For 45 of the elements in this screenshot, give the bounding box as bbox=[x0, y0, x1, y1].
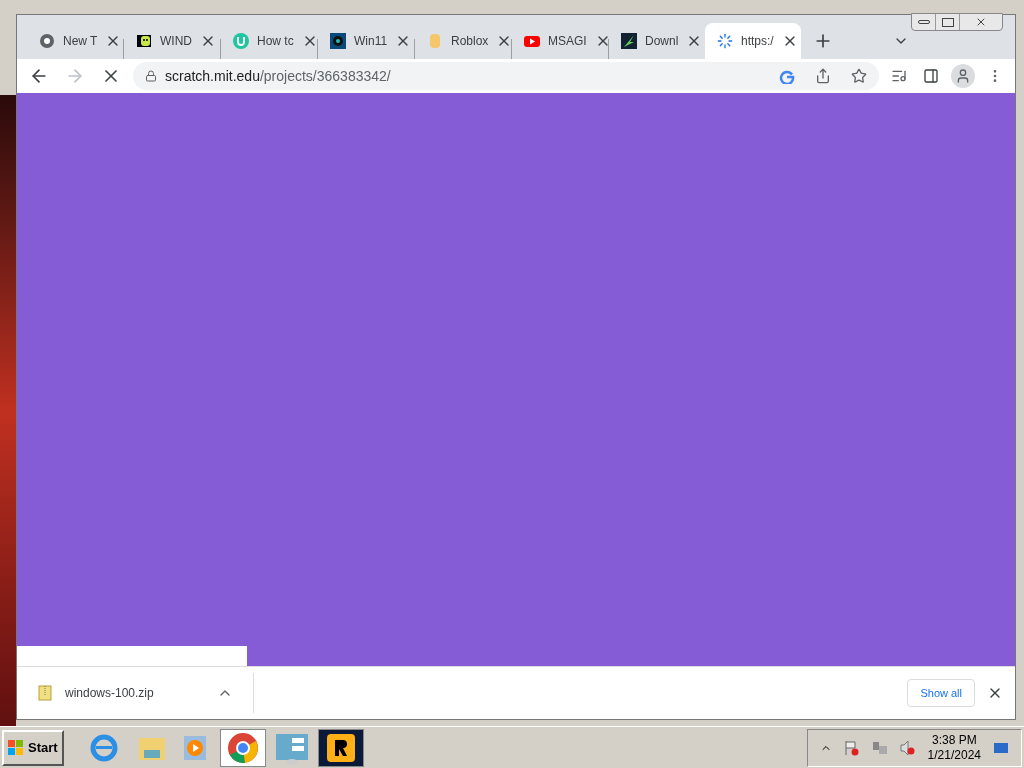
browser-tab[interactable]: WIND bbox=[124, 23, 220, 59]
g-logo-icon bbox=[779, 68, 795, 84]
browser-tab[interactable]: Downl bbox=[609, 23, 705, 59]
eye-icon bbox=[330, 33, 346, 49]
bolt-icon bbox=[621, 33, 637, 49]
browser-tab[interactable]: MSAGI bbox=[512, 23, 608, 59]
tab-title: Win11 bbox=[354, 33, 388, 50]
letter-u-icon bbox=[233, 33, 249, 49]
globe-icon bbox=[39, 33, 55, 49]
smiley-icon bbox=[136, 33, 152, 49]
profile-avatar[interactable] bbox=[951, 64, 975, 88]
tab-title: https:/ bbox=[741, 33, 774, 50]
tab-title: How tc bbox=[257, 33, 294, 50]
tab-title: Roblox bbox=[451, 33, 489, 50]
clock-time: 3:38 PM bbox=[931, 732, 977, 748]
close-icon bbox=[975, 16, 987, 28]
spinner-icon bbox=[717, 33, 733, 49]
show-all-button[interactable]: Show all bbox=[907, 679, 975, 707]
browser-tab[interactable]: Roblox bbox=[415, 23, 511, 59]
side-panel-icon[interactable] bbox=[923, 68, 939, 84]
four-squares-icon bbox=[8, 739, 24, 756]
tab-title: New T bbox=[63, 33, 98, 50]
star-icon[interactable] bbox=[851, 68, 867, 84]
download-filename: windows-100.zip bbox=[65, 685, 155, 702]
browser-tab[interactable]: Win11 bbox=[318, 23, 414, 59]
tab-title: MSAGI bbox=[548, 33, 587, 50]
speaker-muted-icon[interactable] bbox=[899, 739, 916, 756]
address-bar[interactable]: scratch.mit.edu/projects/366383342/ bbox=[133, 62, 879, 90]
game-launcher-button[interactable] bbox=[317, 728, 364, 767]
browser-tab[interactable]: https:/ bbox=[705, 23, 801, 59]
tab-title: WIND bbox=[160, 33, 192, 50]
zip-file-icon bbox=[37, 685, 53, 701]
url-text: scratch.mit.edu/projects/366383342/ bbox=[165, 66, 392, 86]
flag-error-icon[interactable] bbox=[843, 739, 860, 756]
browser-tab[interactable]: How tc bbox=[221, 23, 317, 59]
clock-date: 1/21/2024 bbox=[927, 747, 981, 763]
download-item[interactable]: windows-100.zip bbox=[17, 673, 254, 713]
play-icon bbox=[524, 33, 540, 49]
browser-tab[interactable]: New T bbox=[27, 23, 123, 59]
media-icon[interactable] bbox=[891, 68, 907, 84]
tab-title: Downl bbox=[645, 33, 679, 50]
chrome-taskbar-button[interactable] bbox=[219, 728, 266, 767]
start-button[interactable]: Start bbox=[2, 729, 64, 766]
share-icon[interactable] bbox=[815, 68, 831, 84]
lock-icon bbox=[145, 70, 157, 82]
